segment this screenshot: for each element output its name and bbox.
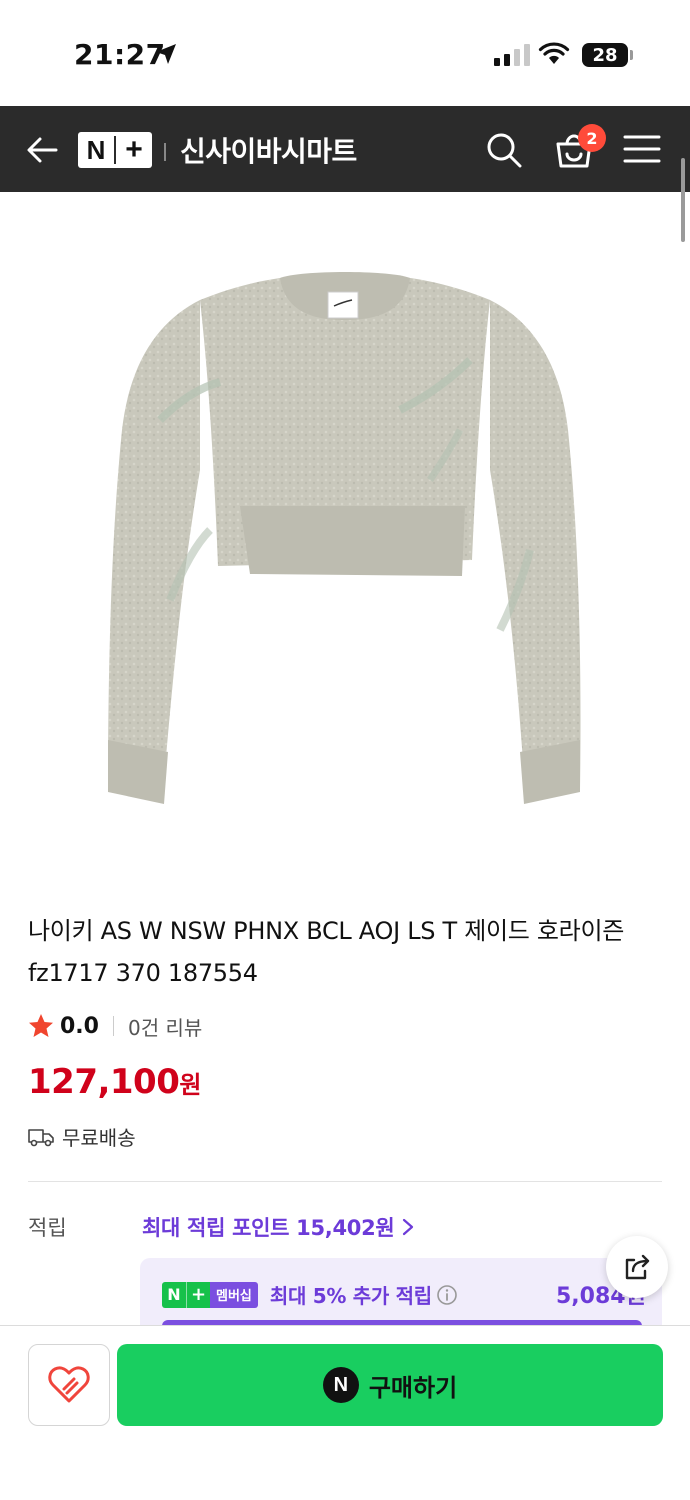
review-count[interactable]: 0건 리뷰	[128, 1012, 202, 1041]
naver-pay-icon: N	[322, 1367, 359, 1403]
rating-separator	[112, 1016, 114, 1036]
wishlist-button[interactable]	[28, 1344, 110, 1426]
store-name[interactable]: 신사이바시마트	[180, 130, 357, 170]
logo-plus: +	[125, 133, 143, 166]
search-icon[interactable]	[484, 130, 524, 170]
price-unit: 원	[179, 1071, 201, 1099]
logo-n: N	[86, 134, 106, 165]
price: 127,100원	[28, 1062, 201, 1102]
share-icon	[625, 1254, 650, 1280]
max-points-text: 최대 적립 포인트 15,402원	[142, 1216, 395, 1240]
membership-badge-label: 멤버십	[210, 1281, 258, 1308]
membership-badge: N + 멤버십	[162, 1281, 258, 1308]
points-label: 적립	[28, 1216, 67, 1240]
battery-icon: 28	[582, 43, 628, 67]
price-value: 127,100	[28, 1062, 180, 1102]
info-icon[interactable]	[436, 1284, 458, 1306]
battery-tip	[630, 50, 633, 60]
back-arrow-icon[interactable]	[22, 130, 62, 170]
buy-label: 구매하기	[368, 1373, 458, 1402]
status-time: 21:27	[74, 38, 166, 71]
max-points-link[interactable]: 최대 적립 포인트 15,402원	[142, 1212, 414, 1242]
location-arrow-icon	[156, 44, 176, 64]
shipping-row: 무료배송	[28, 1122, 136, 1151]
naver-plus-logo[interactable]: N +	[78, 132, 152, 168]
rating-row[interactable]: 0.0 0건 리뷰	[28, 1010, 202, 1042]
section-divider	[28, 1181, 662, 1182]
truck-icon	[28, 1128, 54, 1146]
buy-button[interactable]: N 구매하기	[117, 1344, 663, 1426]
menu-icon[interactable]	[622, 134, 662, 164]
wifi-icon	[538, 42, 570, 64]
status-bar: 21:27 28	[0, 0, 690, 106]
bottom-action-bar: N 구매하기	[0, 1325, 690, 1500]
heart-icon	[48, 1366, 90, 1403]
share-button[interactable]	[606, 1236, 668, 1298]
signal-icon	[494, 44, 530, 66]
cart-count-badge: 2	[578, 124, 606, 152]
membership-row: N + 멤버십 최대 5% 추가 적립	[162, 1280, 458, 1309]
rating-value: 0.0	[60, 1013, 99, 1039]
membership-badge-n: N	[162, 1281, 186, 1308]
shipping-text: 무료배송	[62, 1126, 136, 1150]
star-icon	[29, 1014, 53, 1037]
membership-badge-plus: +	[186, 1281, 210, 1308]
membership-text: 최대 5% 추가 적립	[269, 1284, 432, 1308]
scrollbar[interactable]	[681, 158, 685, 242]
product-title: 나이키 AS W NSW PHNX BCL AOJ LS T 제이드 호라이즌 …	[28, 917, 625, 987]
header-divider	[164, 143, 166, 161]
product-image[interactable]	[100, 270, 590, 820]
chevron-right-icon	[403, 1218, 414, 1236]
